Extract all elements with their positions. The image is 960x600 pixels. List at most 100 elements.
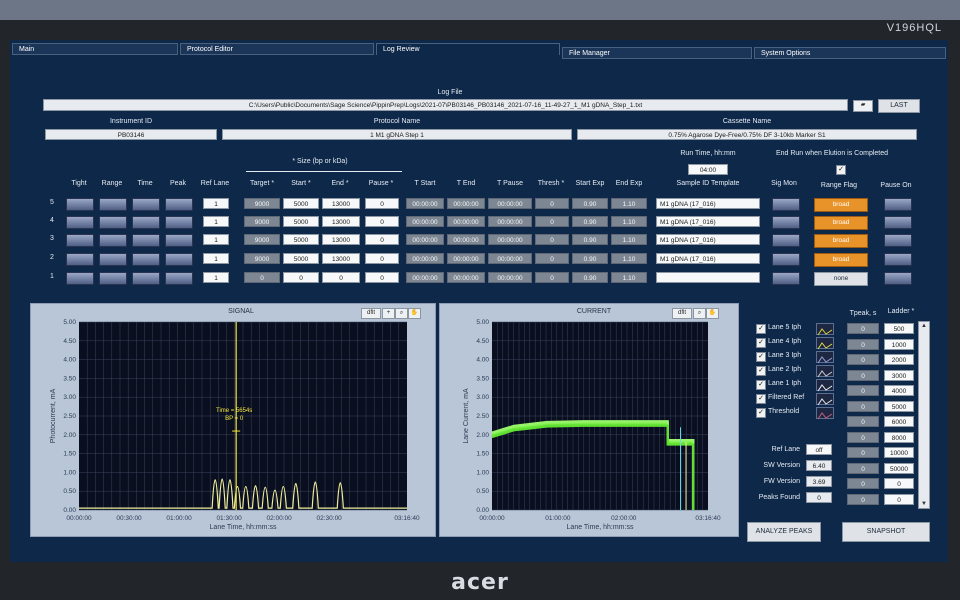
legend-checkbox[interactable]: ✓ xyxy=(756,408,766,418)
end-exp-field[interactable]: 1.10 xyxy=(611,234,647,245)
target-field[interactable]: 9000 xyxy=(244,216,280,227)
sample-id-field[interactable]: M1 gDNA (17_016) xyxy=(656,234,760,245)
time-toggle[interactable] xyxy=(132,198,160,211)
legend-checkbox[interactable]: ✓ xyxy=(756,380,766,390)
range-toggle[interactable] xyxy=(99,234,127,247)
range-flag-button[interactable]: broad xyxy=(814,253,868,267)
end-exp-field[interactable]: 1.10 xyxy=(611,198,647,209)
peak-toggle[interactable] xyxy=(165,216,193,229)
legend-checkbox[interactable]: ✓ xyxy=(756,324,766,334)
pause-on-toggle[interactable] xyxy=(884,234,912,247)
start-exp-field[interactable]: 0.90 xyxy=(572,272,608,283)
target-field[interactable]: 9000 xyxy=(244,234,280,245)
start-field[interactable]: 5000 xyxy=(283,253,319,264)
ladder-field[interactable]: 50000 xyxy=(884,462,914,474)
pause-field[interactable]: 0 xyxy=(365,253,399,264)
pause-field[interactable]: 0 xyxy=(365,216,399,227)
end-exp-field[interactable]: 1.10 xyxy=(611,216,647,227)
tight-toggle[interactable] xyxy=(66,216,94,229)
ladder-field[interactable]: 2000 xyxy=(884,354,914,365)
ladder-field[interactable]: 500 xyxy=(884,323,914,334)
thresh-field[interactable]: 0 xyxy=(535,216,569,227)
runtime-field[interactable]: 04:00 xyxy=(688,164,728,175)
start-field[interactable]: 5000 xyxy=(283,216,319,227)
legend-checkbox[interactable]: ✓ xyxy=(756,352,766,362)
range-toggle[interactable] xyxy=(99,198,127,211)
legend-swatch[interactable] xyxy=(816,365,834,378)
ref-lane-field[interactable]: 1 xyxy=(203,234,229,245)
tab-log-review[interactable]: Log Review xyxy=(376,43,560,55)
pause-on-toggle[interactable] xyxy=(884,272,912,285)
legend-checkbox[interactable]: ✓ xyxy=(756,366,766,376)
cassette-name-field[interactable]: 0.75% Agarose Dye-Free/0.75% DF 3-10kb M… xyxy=(577,129,917,140)
ladder-scrollbar[interactable]: ▲ ▼ xyxy=(918,321,930,509)
sig-mon-toggle[interactable] xyxy=(772,198,800,211)
folder-browse-button[interactable]: ▰ xyxy=(853,100,873,112)
time-toggle[interactable] xyxy=(132,272,160,285)
tab-main[interactable]: Main xyxy=(12,43,178,55)
end-field[interactable]: 13000 xyxy=(322,234,360,245)
start-exp-field[interactable]: 0.90 xyxy=(572,216,608,227)
tight-toggle[interactable] xyxy=(66,272,94,285)
range-toggle[interactable] xyxy=(99,253,127,266)
snapshot-button[interactable]: SNAPSHOT xyxy=(842,522,930,542)
ladder-field[interactable]: 3000 xyxy=(884,369,914,381)
protocol-name-field[interactable]: 1 M1 gDNA Step 1 xyxy=(222,129,572,140)
instrument-id-field[interactable]: PB03146 xyxy=(45,129,217,140)
target-field[interactable]: 9000 xyxy=(244,198,280,209)
start-field[interactable]: 0 xyxy=(283,272,319,283)
thresh-field[interactable]: 0 xyxy=(535,272,569,283)
ladder-field[interactable]: 8000 xyxy=(884,431,914,443)
log-file-path-field[interactable]: C:\Users\Public\Documents\Sage Science\P… xyxy=(43,99,848,111)
end-run-checkbox[interactable]: ✓ xyxy=(836,165,846,175)
sample-id-field[interactable] xyxy=(656,272,760,283)
target-field[interactable]: 0 xyxy=(244,272,280,283)
current-chart[interactable]: 0.00 0.50 1.00 1.50 2.00 2.50 3.00 3.50 4.00 4.50… xyxy=(440,304,738,536)
legend-swatch[interactable] xyxy=(816,323,834,336)
range-toggle[interactable] xyxy=(99,272,127,285)
sample-id-field[interactable]: M1 gDNA (17_016) xyxy=(656,253,760,264)
pause-field[interactable]: 0 xyxy=(365,272,399,283)
start-exp-field[interactable]: 0.90 xyxy=(572,253,608,264)
tight-toggle[interactable] xyxy=(66,198,94,211)
legend-swatch[interactable] xyxy=(816,407,834,420)
pause-on-toggle[interactable] xyxy=(884,253,912,266)
end-exp-field[interactable]: 1.10 xyxy=(611,272,647,283)
range-flag-button[interactable]: none xyxy=(814,272,868,286)
ref-lane-field[interactable]: 1 xyxy=(203,216,229,227)
time-toggle[interactable] xyxy=(132,234,160,247)
thresh-field[interactable]: 0 xyxy=(535,198,569,209)
legend-swatch[interactable] xyxy=(816,351,834,364)
range-flag-button[interactable]: broad xyxy=(814,216,868,230)
end-field[interactable]: 13000 xyxy=(322,216,360,227)
legend-checkbox[interactable]: ✓ xyxy=(756,338,766,348)
start-field[interactable]: 5000 xyxy=(283,198,319,209)
sig-mon-toggle[interactable] xyxy=(772,272,800,285)
peak-toggle[interactable] xyxy=(165,253,193,266)
sample-id-field[interactable]: M1 gDNA (17_016) xyxy=(656,198,760,209)
range-toggle[interactable] xyxy=(99,216,127,229)
end-field[interactable]: 13000 xyxy=(322,198,360,209)
ref-lane-status-field[interactable]: off xyxy=(806,444,832,455)
ladder-field[interactable]: 0 xyxy=(884,478,914,489)
ref-lane-field[interactable]: 1 xyxy=(203,198,229,209)
ladder-field[interactable]: 10000 xyxy=(884,447,914,458)
analyze-peaks-button[interactable]: ANALYZE PEAKS xyxy=(747,522,821,542)
pause-field[interactable]: 0 xyxy=(365,234,399,245)
tab-system-options[interactable]: System Options xyxy=(754,47,946,59)
legend-swatch[interactable] xyxy=(816,337,834,350)
time-toggle[interactable] xyxy=(132,253,160,266)
end-exp-field[interactable]: 1.10 xyxy=(611,253,647,264)
ladder-field[interactable]: 0 xyxy=(884,493,914,505)
ref-lane-field[interactable]: 1 xyxy=(203,253,229,264)
last-button[interactable]: LAST xyxy=(878,99,920,113)
sig-mon-toggle[interactable] xyxy=(772,253,800,266)
thresh-field[interactable]: 0 xyxy=(535,234,569,245)
end-field[interactable]: 0 xyxy=(322,272,360,283)
ref-lane-field[interactable]: 1 xyxy=(203,272,229,283)
tab-file-manager[interactable]: File Manager xyxy=(562,47,752,59)
start-field[interactable]: 5000 xyxy=(283,234,319,245)
sig-mon-toggle[interactable] xyxy=(772,216,800,229)
sample-id-field[interactable]: M1 gDNA (17_016) xyxy=(656,216,760,227)
peak-toggle[interactable] xyxy=(165,234,193,247)
